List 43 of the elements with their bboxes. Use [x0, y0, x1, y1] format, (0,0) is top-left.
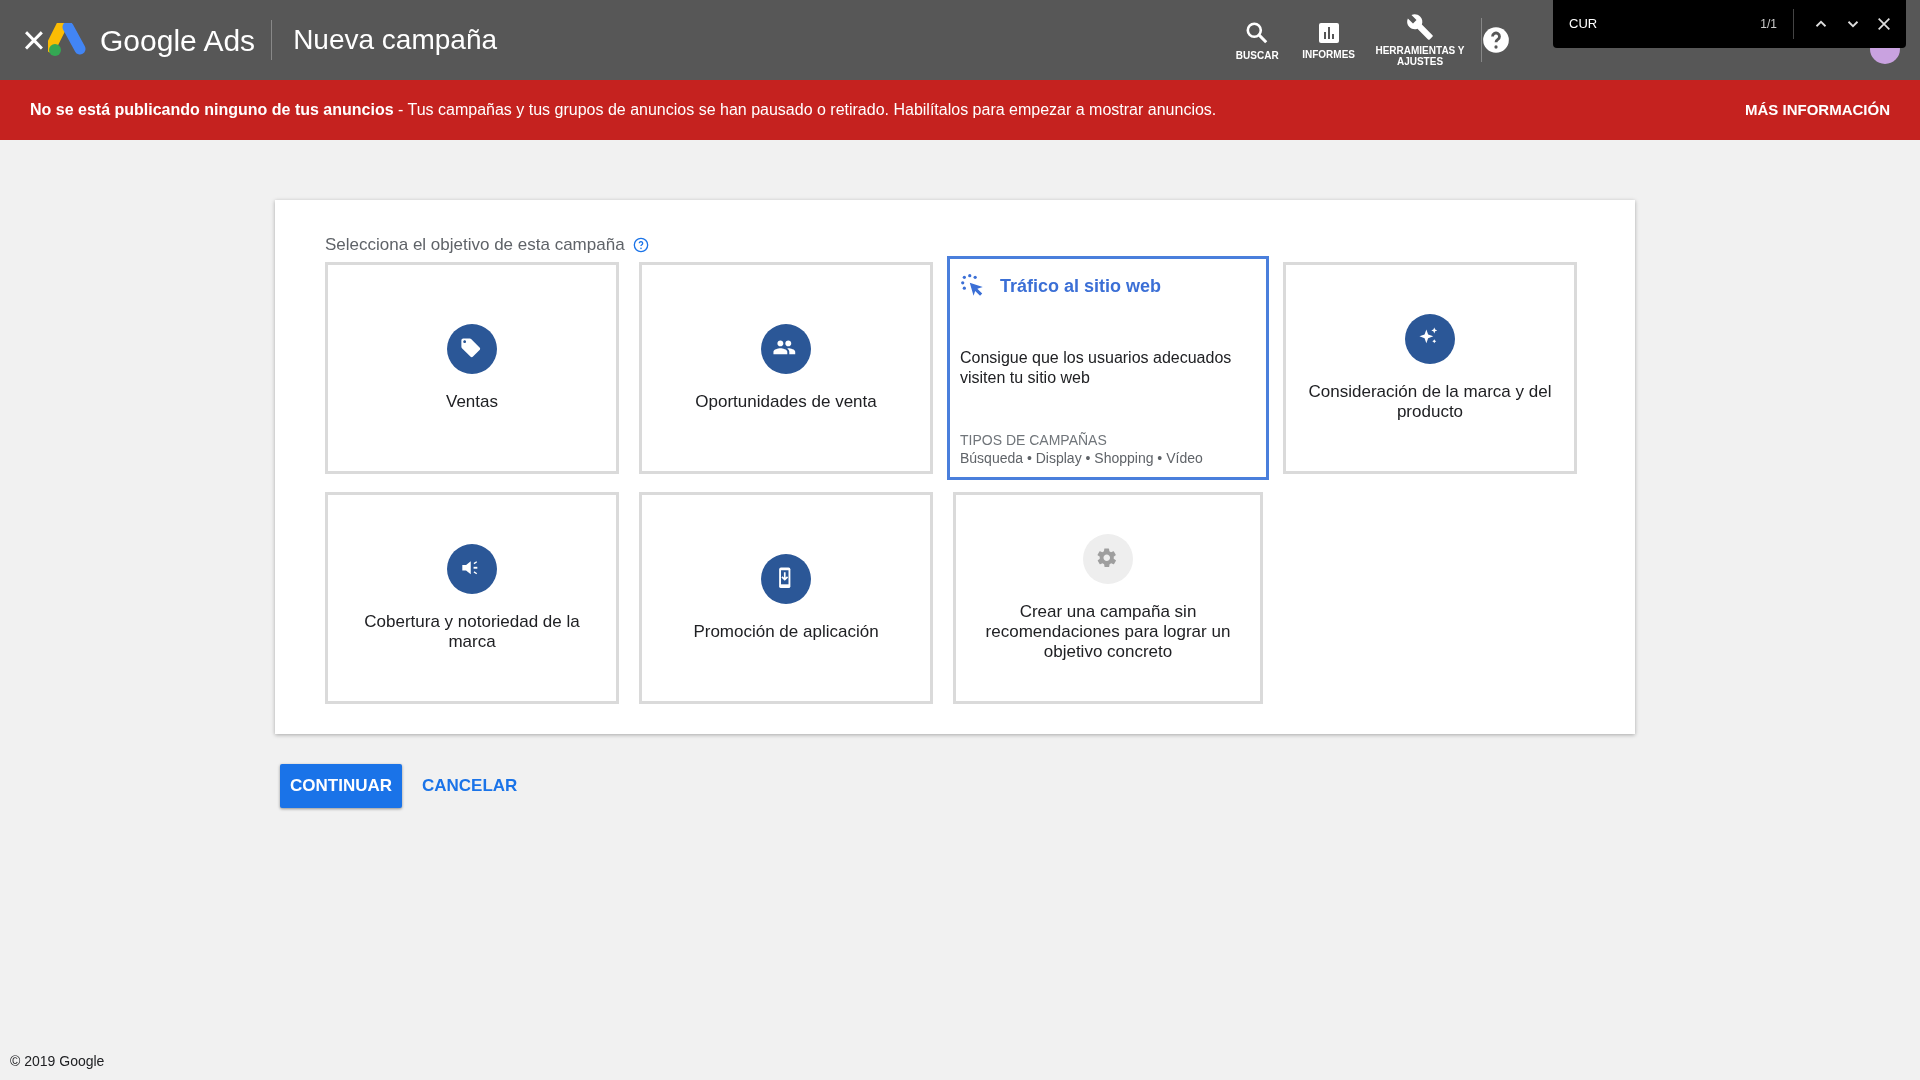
types-label: TIPOS DE CAMPAÑAS	[960, 430, 1108, 449]
help-icon[interactable]	[632, 236, 649, 253]
help-icon[interactable]	[1482, 26, 1510, 54]
objective-card[interactable]: Consideración de la marca y del producto	[1283, 261, 1577, 474]
objective-card[interactable]: Crear una campaña sin recomendaciones para lograr un objetivo concreto	[953, 491, 1263, 704]
cancel-button[interactable]: CANCELAR	[422, 763, 518, 808]
gear-icon	[1083, 533, 1133, 584]
continue-button[interactable]: CONTINUAR	[280, 763, 402, 808]
page-title: Nueva campaña	[293, 23, 498, 57]
close-icon[interactable]	[1876, 16, 1892, 32]
card-title: Consideración de la marca y del producto	[1307, 381, 1553, 422]
more-info-link[interactable]: MÁS INFORMACIÓN	[1745, 98, 1890, 122]
people-icon	[761, 323, 811, 374]
copyright: © 2019 Google	[10, 1052, 105, 1071]
card-description: Consigue que los usuarios adecuados visiten tu sitio web	[960, 347, 1233, 388]
close-button[interactable]: ×	[20, 26, 48, 54]
logo-icon	[48, 23, 88, 57]
match-count: 1/1	[1760, 16, 1777, 33]
card-title: Ventas	[446, 391, 498, 412]
objective-card[interactable]: Tráfico al sitio web Consigue que los usuarios adecuados visiten tu sitio web TIPOS DE CAMPAÑAS Búsqueda • Display • Shopping • Vídeo	[947, 255, 1269, 480]
bar-chart-icon	[1316, 20, 1341, 45]
wrench-icon	[1406, 13, 1434, 41]
panel-heading: Selecciona el objetivo de esta campaña	[325, 234, 625, 256]
card-title: Oportunidades de venta	[695, 391, 877, 412]
campaign-types: Búsqueda • Display • Shopping • Vídeo	[960, 448, 1204, 467]
card-title: Crear una campaña sin recomendaciones para lograr un objetivo concreto	[984, 601, 1232, 662]
toolbar-button[interactable]: BUSCAR	[1222, 0, 1293, 80]
objective-card[interactable]: Promoción de aplicación	[639, 491, 933, 704]
objective-card[interactable]: Ventas	[325, 261, 619, 474]
objective-card[interactable]: Oportunidades de venta	[639, 261, 933, 474]
toolbar-button[interactable]: INFORMES	[1292, 0, 1365, 80]
speaker-icon	[447, 543, 497, 594]
sparkle-icon	[1405, 313, 1455, 364]
card-title: Promoción de aplicación	[693, 621, 879, 642]
alert-message: No se está publicando ninguno de tus anuncios - Tus campañas y tus grupos de anuncios se han pausado o retirado. Habilítalos para empezar a mostrar anuncios.	[30, 100, 1217, 120]
product-name: Google Ads	[100, 22, 256, 59]
find-query[interactable]: CUR	[1569, 14, 1598, 34]
card-title: Tráfico al sitio web	[1000, 274, 1162, 298]
card-title: Cobertura y notoriedad de la marca	[363, 611, 581, 652]
toolbar-button[interactable]: HERRAMIENTAS Y AJUSTES	[1365, 0, 1475, 80]
phone-download-icon	[761, 553, 811, 604]
objective-card[interactable]: Cobertura y notoriedad de la marca	[325, 491, 619, 704]
tag-icon	[447, 323, 497, 374]
